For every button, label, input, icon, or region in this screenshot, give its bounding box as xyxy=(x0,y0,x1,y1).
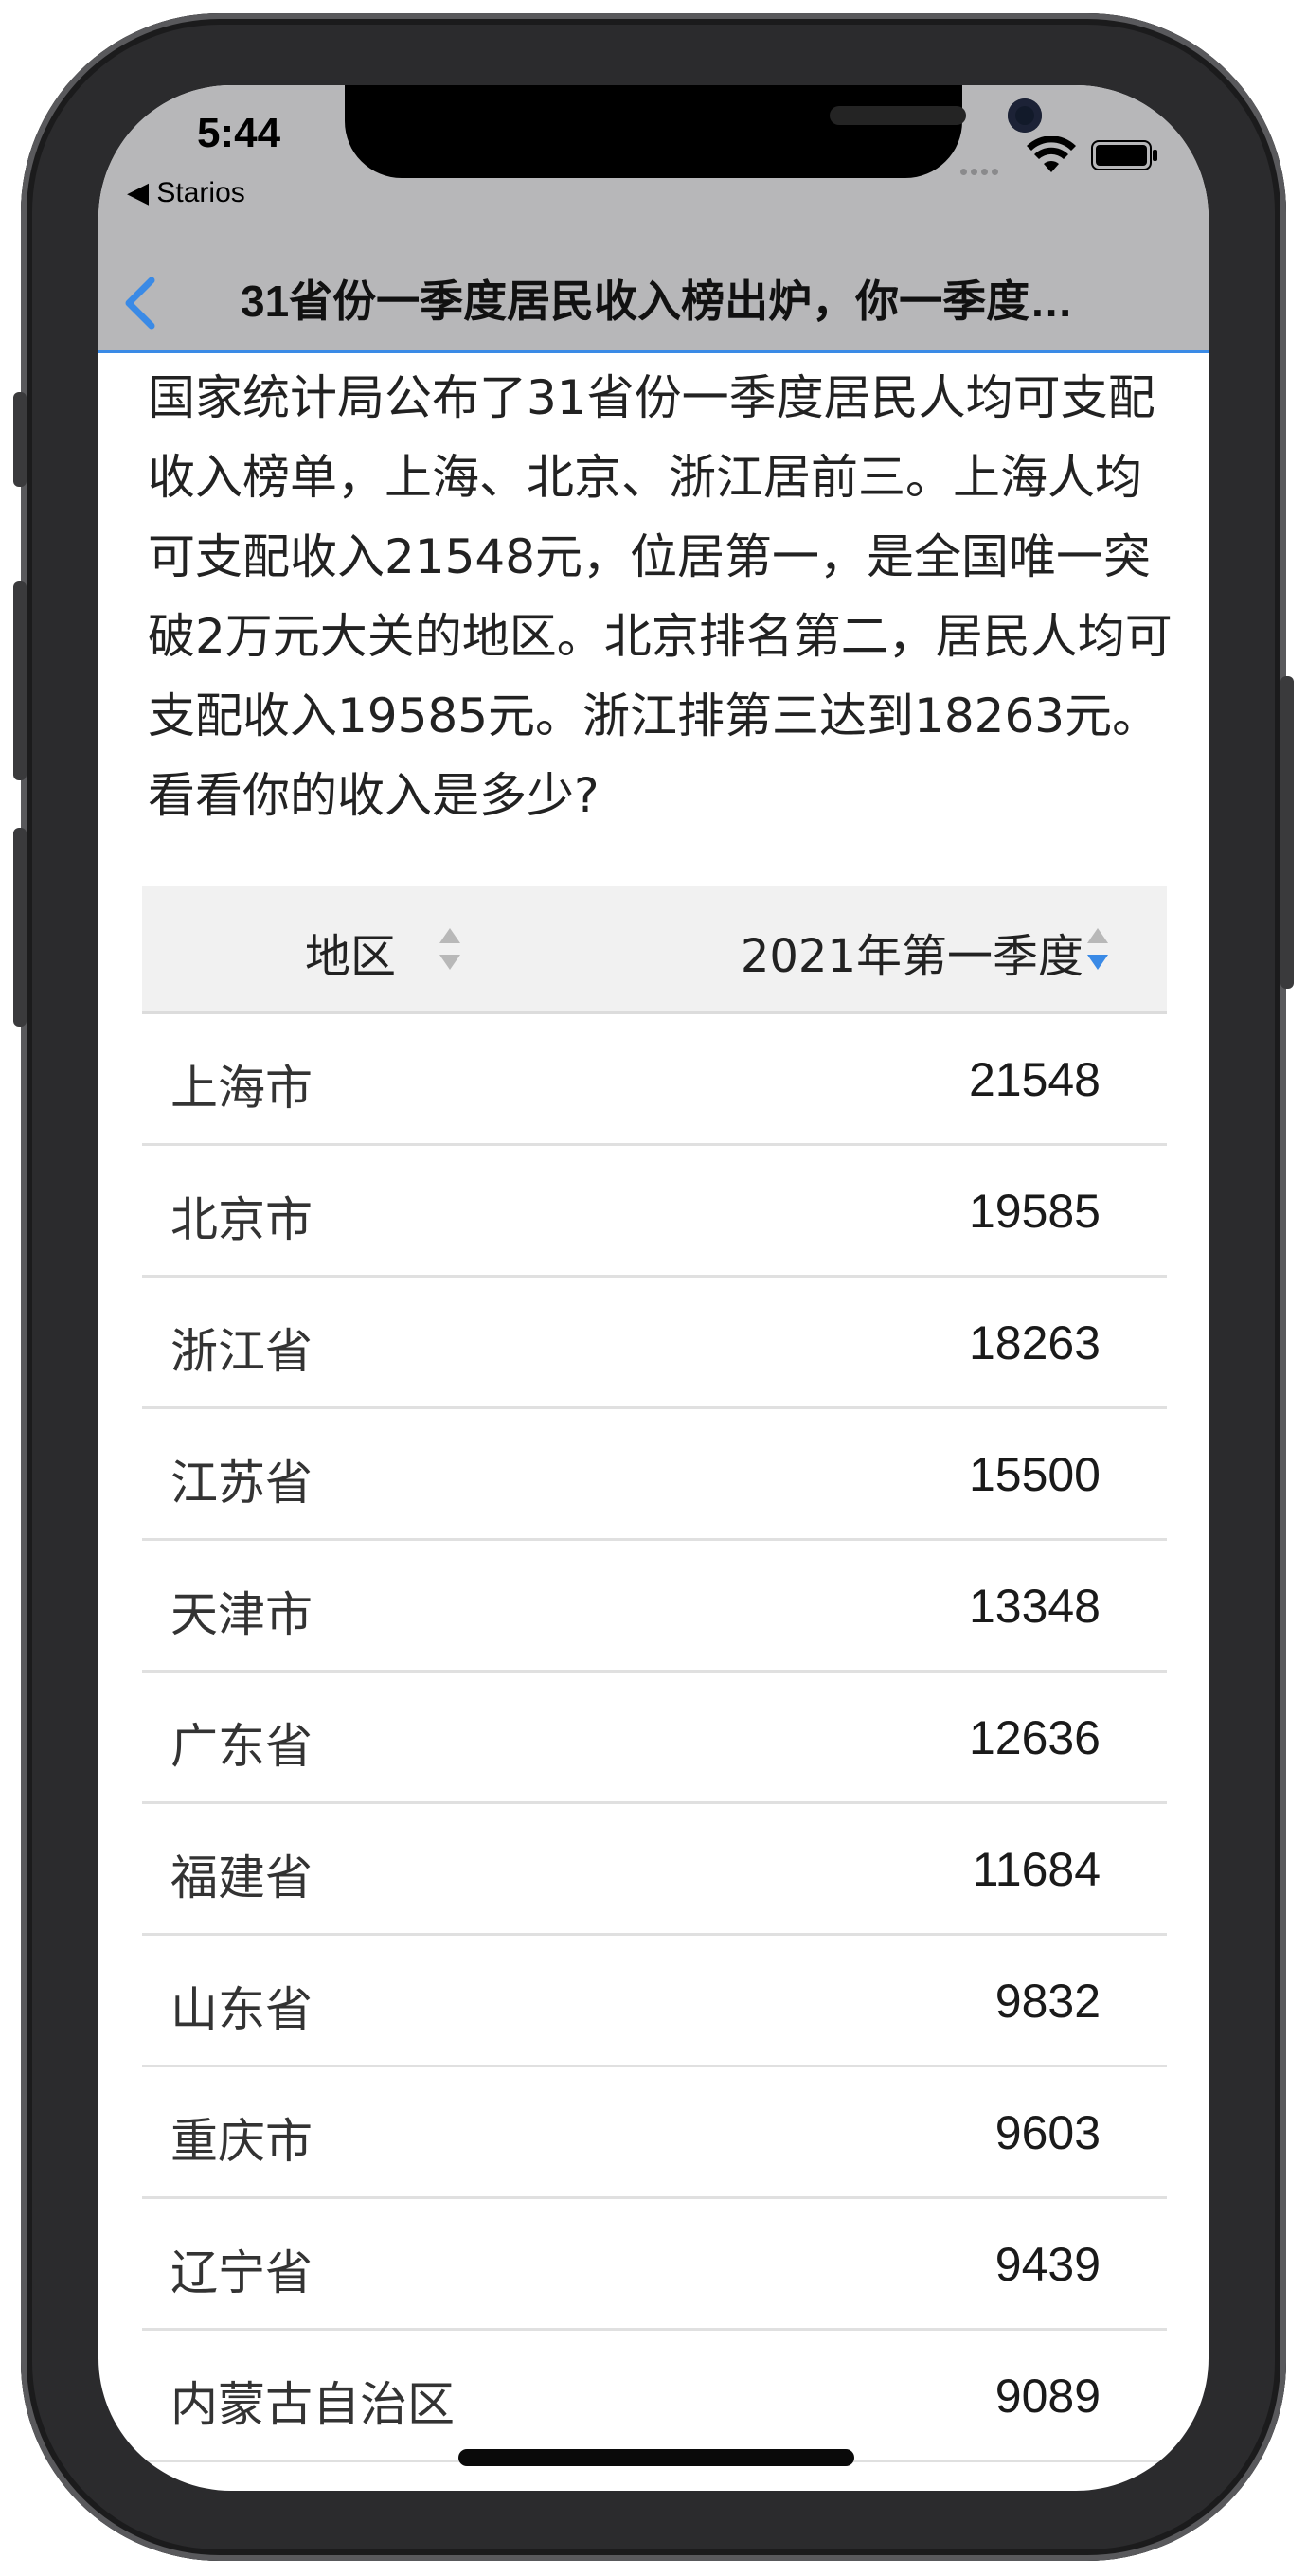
income-cell: 21548 xyxy=(968,1053,1101,1106)
table-row: 福建省 11684 xyxy=(142,1804,1167,1936)
sort-icon[interactable] xyxy=(438,924,462,974)
region-cell: 广东省 xyxy=(170,1719,313,1774)
phone-screen: 5:44 ◀ Starios 31省份一季度居民收入榜出炉，你一季度… 国家统计… xyxy=(98,85,1209,2491)
table-row: 北京市 19585 xyxy=(142,1146,1167,1278)
wifi-icon xyxy=(1027,136,1076,172)
silent-switch xyxy=(13,392,27,487)
income-cell: 11684 xyxy=(972,1843,1101,1896)
region-cell: 浙江省 xyxy=(170,1324,313,1379)
income-cell: 18263 xyxy=(968,1316,1101,1369)
table-row: 内蒙古自治区 9089 xyxy=(142,2331,1167,2462)
region-cell: 北京市 xyxy=(170,1192,313,1247)
table-row: 浙江省 18263 xyxy=(142,1278,1167,1409)
table-row: 广东省 12636 xyxy=(142,1673,1167,1804)
table-row: 重庆市 9603 xyxy=(142,2067,1167,2199)
income-cell: 9089 xyxy=(994,2370,1101,2423)
intro-paragraph: 国家统计局公布了31省份一季度居民人均可支配收入榜单，上海、北京、浙江居前三。上… xyxy=(148,370,1173,823)
column-header-region[interactable]: 地区 xyxy=(305,919,396,985)
power-button xyxy=(1280,676,1294,989)
region-cell: 上海市 xyxy=(170,1061,313,1116)
table-row: 天津市 13348 xyxy=(142,1541,1167,1673)
income-cell: 15500 xyxy=(968,1448,1101,1501)
region-cell: 重庆市 xyxy=(170,2114,313,2169)
page-title: 31省份一季度居民收入榜出炉，你一季度… xyxy=(241,277,1074,326)
income-cell: 12636 xyxy=(968,1711,1101,1764)
column-header-q1-2021[interactable]: 2021年第一季度 xyxy=(741,919,1083,985)
table-row: 上海市 21548 xyxy=(142,1014,1167,1146)
navigation-bar: 31省份一季度居民收入榜出炉，你一季度… xyxy=(98,237,1209,353)
table-header: 地区 2021年第一季度 xyxy=(142,886,1167,1014)
back-to-app-link[interactable]: ◀ Starios xyxy=(127,176,245,209)
region-cell: 内蒙古自治区 xyxy=(170,2377,455,2432)
table-row: 辽宁省 9439 xyxy=(142,2199,1167,2331)
home-indicator[interactable] xyxy=(458,2449,854,2466)
income-cell: 9603 xyxy=(994,2106,1101,2159)
status-time: 5:44 xyxy=(197,110,281,156)
sort-active-icon[interactable] xyxy=(1085,924,1110,974)
income-cell: 13348 xyxy=(968,1580,1101,1633)
back-chevron-icon[interactable] xyxy=(119,275,161,331)
signal-dots-icon xyxy=(960,161,1002,179)
region-cell: 天津市 xyxy=(170,1587,313,1642)
income-cell: 19585 xyxy=(968,1185,1101,1238)
front-camera xyxy=(1008,98,1042,133)
region-cell: 江苏省 xyxy=(170,1456,313,1511)
income-table: 地区 2021年第一季度 上海市 21548 北京市 19585 浙江省 182… xyxy=(142,886,1167,2462)
income-cell: 9832 xyxy=(994,1975,1101,2028)
region-cell: 山东省 xyxy=(170,1982,313,2037)
battery-icon xyxy=(1091,140,1157,170)
table-row: 山东省 9832 xyxy=(142,1936,1167,2067)
volume-down-button xyxy=(13,828,27,1027)
income-cell: 9439 xyxy=(994,2238,1101,2291)
table-row: 江苏省 15500 xyxy=(142,1409,1167,1541)
notch xyxy=(345,85,1042,178)
volume-up-button xyxy=(13,581,27,780)
region-cell: 福建省 xyxy=(170,1851,313,1905)
region-cell: 辽宁省 xyxy=(170,2245,313,2300)
speaker-grille xyxy=(830,106,966,125)
